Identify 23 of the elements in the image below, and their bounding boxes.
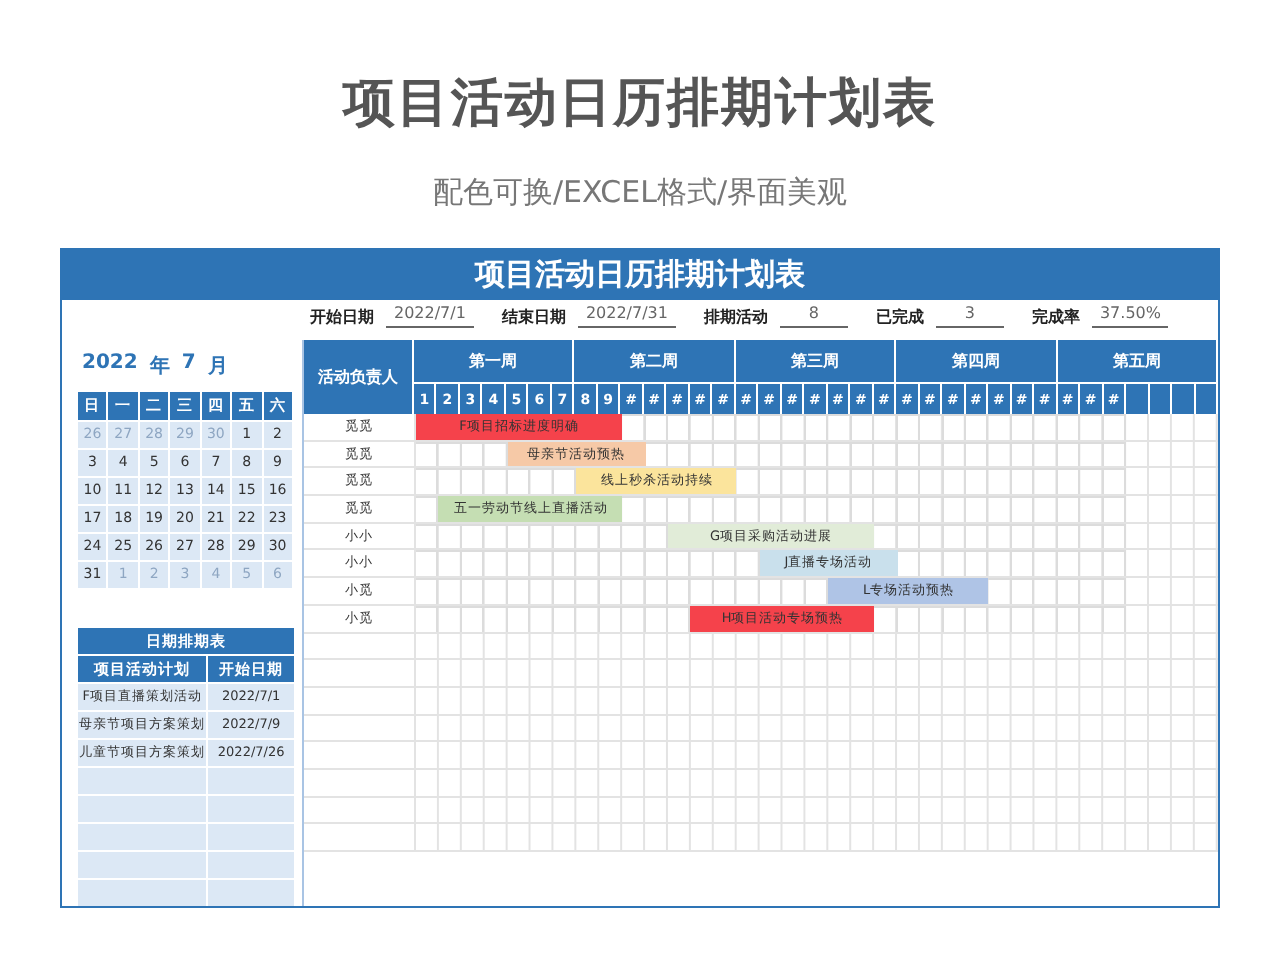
page-title: 项目活动日历排期计划表: [343, 72, 937, 138]
calendar-month: 7: [181, 352, 196, 378]
summary-value: 2022/7/31: [577, 304, 676, 329]
summary-label: 结束日期: [501, 305, 566, 328]
calendar-month-unit: 月: [207, 354, 228, 380]
summary-value: 2022/7/1: [386, 304, 474, 329]
summary-label: 排期活动: [703, 305, 768, 328]
summary-label: 完成率: [1031, 305, 1080, 328]
week-header: 第三周: [735, 340, 897, 384]
summary-value: 3: [935, 304, 1004, 329]
week-header: 第一周: [414, 340, 575, 384]
week-header: 第四周: [896, 340, 1058, 384]
calendar-year-unit: 年: [149, 353, 170, 380]
summary-label: 已完成: [875, 305, 924, 328]
calendar-year: 2022: [82, 352, 138, 378]
summary-label: 开始日期: [310, 305, 374, 328]
sheet-title: 项目活动日历排期计划表: [62, 248, 1218, 301]
summary-value: 37.50%: [1091, 304, 1169, 329]
week-header: 第五周: [1057, 340, 1218, 384]
week-header: 第二周: [574, 340, 736, 384]
owner-header: 活动负责人: [304, 340, 414, 414]
subtitle: 配色可换/EXCEL格式/界面美观: [432, 174, 848, 212]
summary-value: 8: [779, 304, 848, 329]
